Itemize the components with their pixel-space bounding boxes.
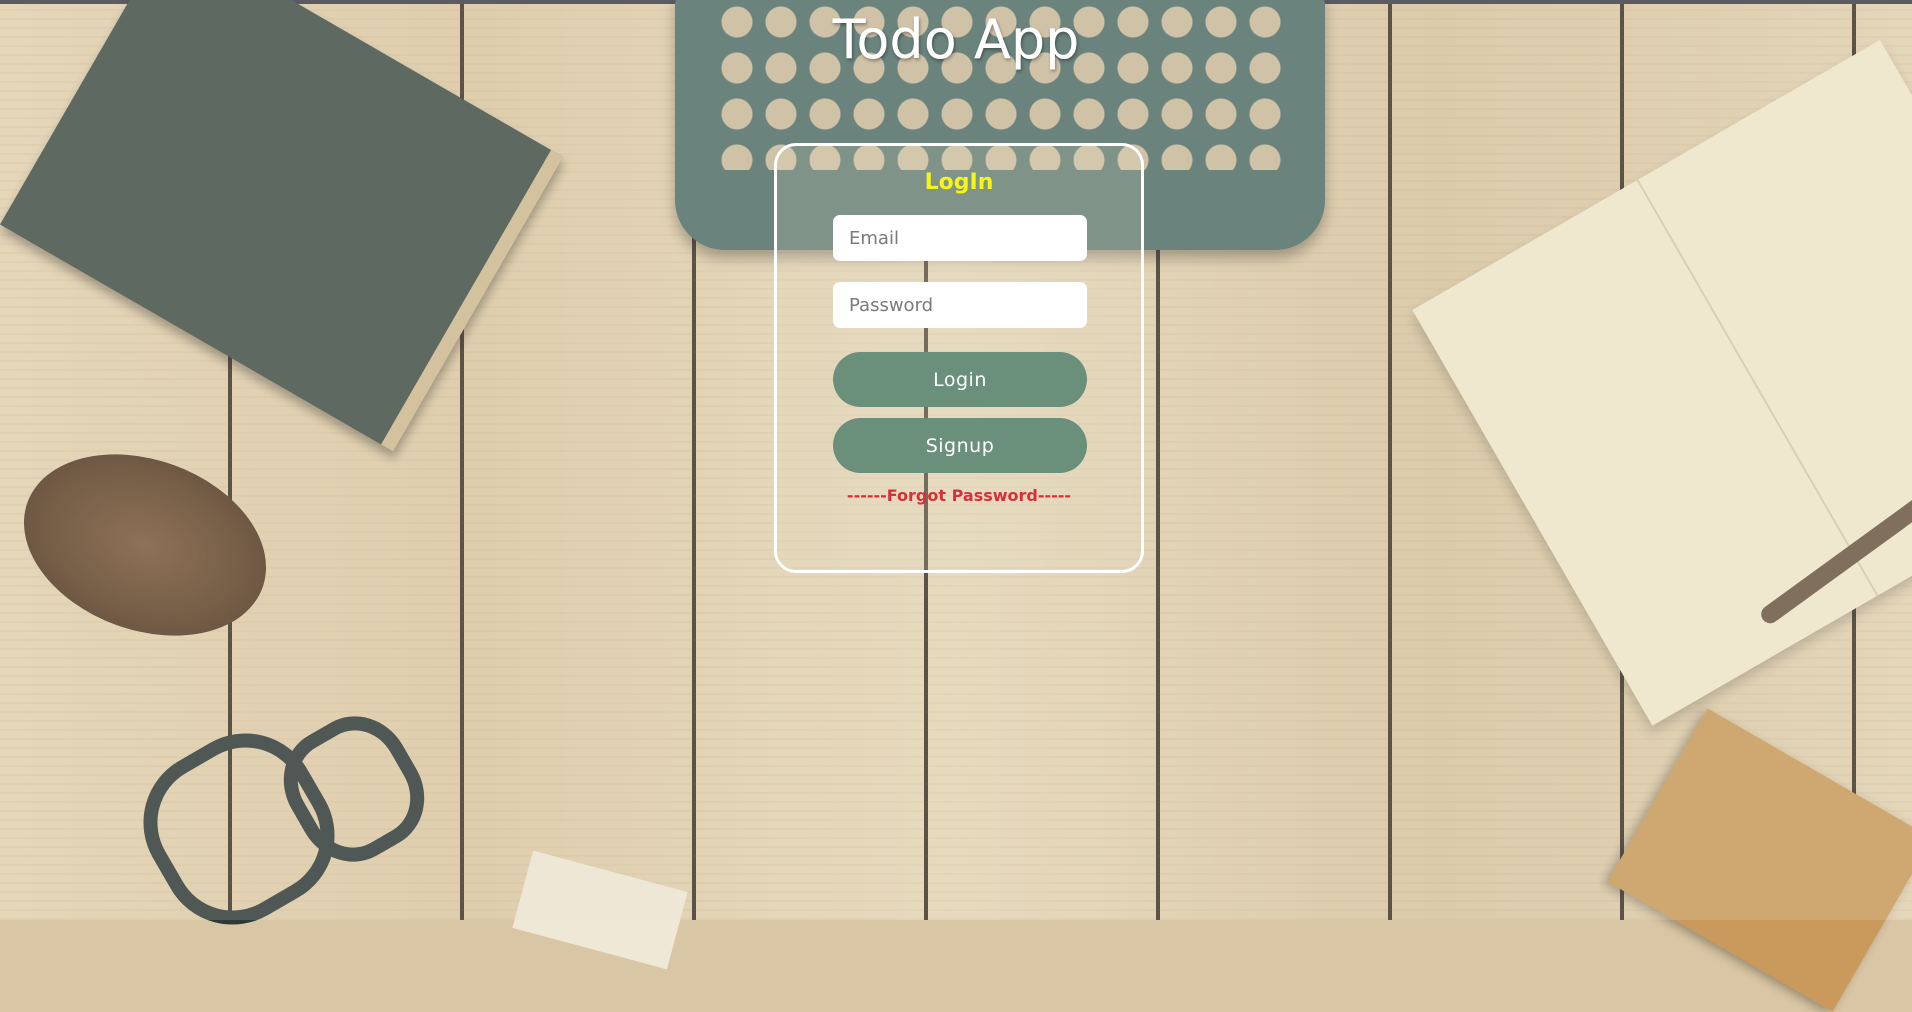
login-card-title: LogIn bbox=[924, 170, 994, 195]
password-input[interactable] bbox=[833, 282, 1087, 328]
login-card: LogIn Login Signup ------Forgot Password… bbox=[774, 143, 1144, 573]
login-button[interactable]: Login bbox=[833, 352, 1087, 407]
signup-button[interactable]: Signup bbox=[833, 418, 1087, 473]
forgot-password-link[interactable]: ------Forgot Password----- bbox=[777, 486, 1141, 505]
app-title: Todo App bbox=[832, 8, 1080, 71]
email-input[interactable] bbox=[833, 215, 1087, 261]
